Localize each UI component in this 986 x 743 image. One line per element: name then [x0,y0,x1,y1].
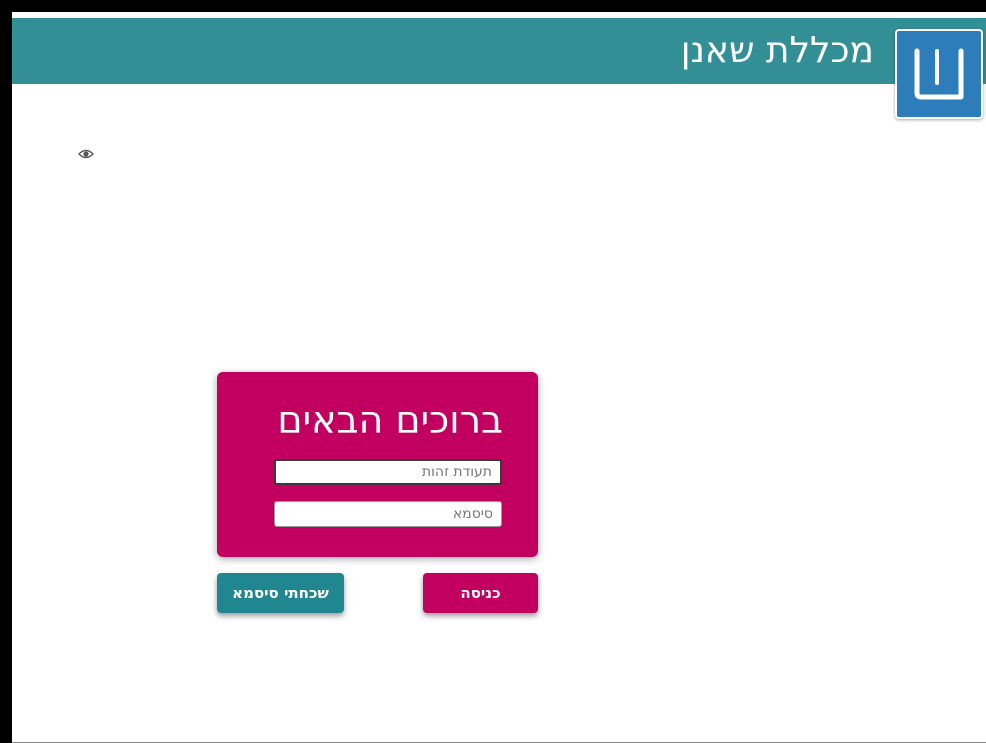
eye-icon[interactable] [78,146,94,162]
password-input[interactable] [274,501,502,527]
welcome-title: ברוכים הבאים [277,398,503,442]
login-button[interactable]: כניסה [423,573,538,613]
site-title: מכללת שאנן [680,30,874,71]
login-card: ברוכים הבאים [217,372,538,557]
shin-letter-logo-icon [914,48,964,100]
id-number-input[interactable] [274,459,502,485]
page: מכללת שאנן ברוכים הבאים כניסה שכחתי סיסמ… [12,12,986,743]
site-header: מכללת שאנן [12,18,986,84]
forgot-password-button[interactable]: שכחתי סיסמא [217,573,344,613]
college-logo[interactable] [895,29,983,119]
